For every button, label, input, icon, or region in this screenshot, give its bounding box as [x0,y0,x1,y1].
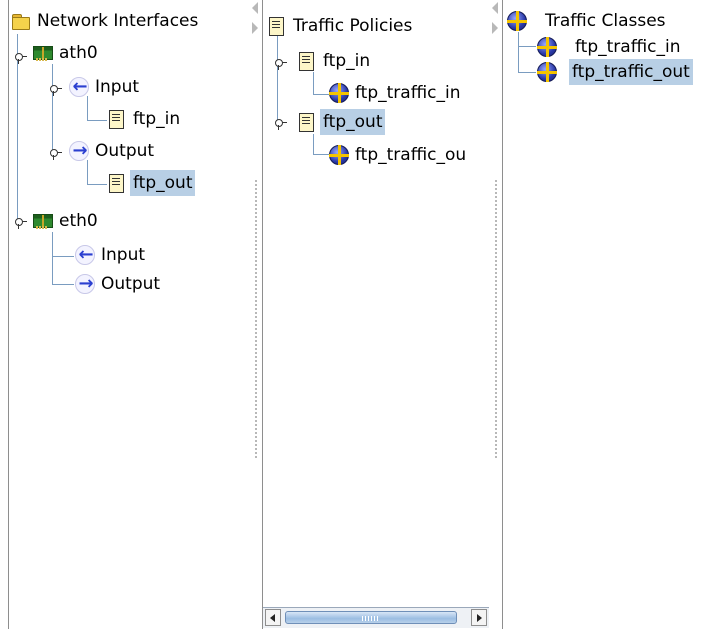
expand-toggle[interactable] [48,145,62,160]
class-label: ftp_traffic_in [575,37,681,57]
document-icon [297,51,317,71]
tree-line [313,94,329,95]
right-triangle-icon [477,614,482,622]
tree-line [518,46,536,47]
collapse-left-icon[interactable] [492,2,498,14]
tree-root-label: Traffic Policies [293,16,413,36]
policy-label: ftp_in [323,51,371,71]
left-triangle-icon [270,614,275,622]
horizontal-scrollbar[interactable] [263,607,489,628]
policy-label: ftp_out [320,109,386,135]
divider-grip[interactable] [255,180,257,460]
network-card-icon [33,211,53,231]
expand-right-icon[interactable] [252,22,258,34]
expand-toggle[interactable] [13,49,27,64]
scroll-right-button[interactable] [471,609,487,626]
network-card-icon [33,43,53,63]
tree-line [87,184,107,185]
tree-line [518,32,519,72]
tree-node-interface[interactable]: eth0 [33,208,101,234]
tree-node-class[interactable]: ftp_traffic_in [329,80,464,106]
tree-node-input[interactable]: ← Input [75,242,148,268]
left-arrow-icon: ← [75,244,95,265]
right-arrow-icon: → [69,140,89,161]
document-icon [107,109,127,129]
scrollbar-thumb[interactable] [285,611,457,624]
tree-line [52,232,53,284]
expand-toggle[interactable] [273,115,287,130]
expand-toggle[interactable] [13,214,27,229]
document-icon [297,112,317,132]
split-pane-divider[interactable] [251,0,261,629]
direction-label: Output [101,274,161,294]
interface-label: ath0 [59,43,98,63]
traffic-class-icon [329,83,349,103]
left-arrow-icon: ← [69,76,89,97]
interface-label: eth0 [59,211,98,231]
tree-root-traffic-policies[interactable]: Traffic Policies [267,13,415,39]
traffic-class-icon [537,62,557,82]
class-label: ftp_traffic_ou [355,145,467,165]
policy-label: ftp_out [130,170,196,196]
tree-node-policy[interactable]: ftp_in [107,106,183,132]
class-label: ftp_traffic_in [355,83,461,103]
policy-label: ftp_in [133,109,181,129]
document-icon [267,16,287,36]
document-icon [107,173,127,193]
tree-line [52,256,74,257]
tree-root-traffic-classes[interactable]: Traffic Classes [507,8,669,34]
expand-right-icon[interactable] [492,22,498,34]
tree-line [313,72,314,94]
collapse-left-icon[interactable] [252,2,258,14]
expand-toggle[interactable] [273,55,287,70]
tree-node-class[interactable]: ftp_traffic_in [537,34,684,60]
right-arrow-icon: → [75,273,95,294]
tree-node-policy[interactable]: ftp_in [297,48,373,74]
tree-line [87,120,107,121]
tree-root-network-interfaces[interactable]: Network Interfaces [11,8,201,34]
tree-line [313,154,329,155]
traffic-classes-pane: Traffic Classes ftp_traffic_in ftp_traff… [502,0,720,629]
tree-node-class-selected[interactable]: ftp_traffic_out [537,59,693,85]
tree-node-class[interactable]: ftp_traffic_ou [329,142,469,168]
tree-node-interface[interactable]: ath0 [33,40,101,66]
tree-root-label: Network Interfaces [37,11,199,31]
tree-node-input[interactable]: ← Input [69,74,142,100]
network-interfaces-pane: Network Interfaces ath0 ← Input ftp_in →… [8,0,252,629]
tree-line [518,72,536,73]
split-pane-divider[interactable] [491,0,501,629]
expand-toggle[interactable] [48,81,62,96]
scroll-left-button[interactable] [265,609,281,626]
divider-grip[interactable] [495,180,497,460]
direction-label: Output [95,141,155,161]
tree-line [52,284,74,285]
traffic-class-icon [329,145,349,165]
traffic-class-icon [507,11,527,31]
traffic-policies-pane: Traffic Policies ftp_in ftp_traffic_in f… [262,0,492,629]
tree-line [52,64,53,154]
tree-node-output[interactable]: → Output [69,138,157,164]
tree-node-output[interactable]: → Output [75,271,163,297]
tree-line [277,36,278,122]
direction-label: Input [101,245,146,265]
folder-icon [11,11,31,31]
tree-node-policy-selected[interactable]: ftp_out [297,109,386,135]
class-label: ftp_traffic_out [569,59,693,85]
traffic-class-icon [537,37,557,57]
tree-root-label: Traffic Classes [545,11,666,31]
tree-node-policy-selected[interactable]: ftp_out [107,170,196,196]
thumb-grip [362,616,378,621]
tree-line [313,134,314,154]
direction-label: Input [95,77,140,97]
